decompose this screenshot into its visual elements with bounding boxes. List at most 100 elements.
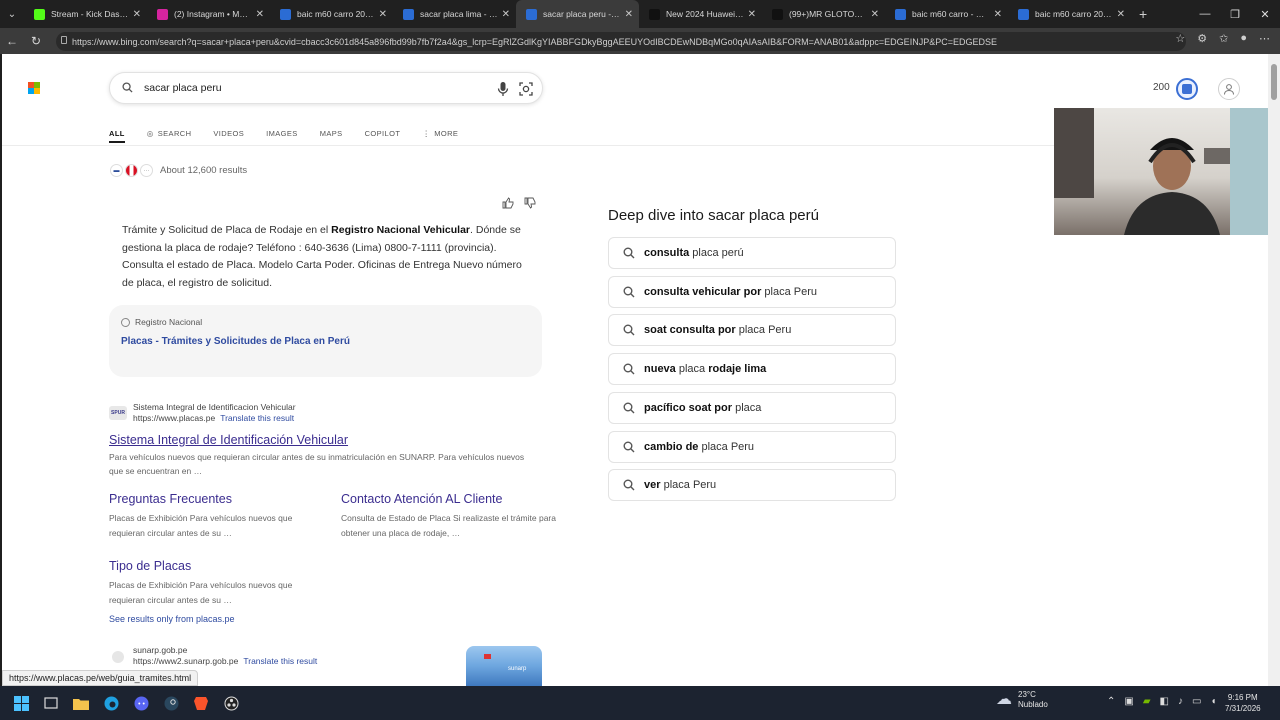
profile-avatar-icon[interactable]: ● bbox=[1240, 32, 1247, 45]
site-name: sunarp.gob.pe bbox=[133, 645, 188, 655]
volume-icon[interactable]: ◖ bbox=[1210, 696, 1216, 707]
search-icon bbox=[623, 324, 635, 336]
weather-widget[interactable]: ☁ 23°C Nublado bbox=[996, 690, 1048, 710]
browser-tab[interactable]: baic m60 carro 2022 con ✕ bbox=[1008, 0, 1131, 28]
related-search-pill[interactable]: pacífico soat por placa bbox=[608, 391, 896, 424]
close-tab-icon[interactable]: ✕ bbox=[133, 9, 141, 20]
related-search-pill[interactable]: consulta placa perú bbox=[608, 237, 896, 269]
sublink-title[interactable]: Tipo de Placas bbox=[109, 559, 324, 573]
visual-search-icon[interactable] bbox=[518, 81, 534, 97]
tray-app-icon[interactable]: ◧ bbox=[1160, 696, 1169, 707]
tray-app-icon[interactable]: ▣ bbox=[1124, 696, 1133, 707]
tab-images[interactable]: IMAGES bbox=[266, 126, 298, 140]
new-tab-button[interactable]: + bbox=[1139, 6, 1147, 22]
obs-studio-icon[interactable] bbox=[216, 688, 246, 718]
thumbnail-sign-text: sunarp bbox=[508, 666, 527, 672]
browser-tab[interactable]: (2) Instagram • Messages ✕ bbox=[147, 0, 270, 28]
rewards-points[interactable]: 200 bbox=[1153, 82, 1170, 93]
favorite-star-icon[interactable]: ☆ bbox=[1175, 32, 1185, 45]
result-title-link[interactable]: Sistema Integral de Identificación Vehic… bbox=[109, 433, 549, 447]
close-tab-icon[interactable]: ✕ bbox=[625, 9, 633, 20]
extensions-icon[interactable]: ⚙ bbox=[1197, 32, 1207, 45]
brave-browser-icon[interactable] bbox=[186, 688, 216, 718]
region-selector[interactable]: ▬ ··· bbox=[110, 164, 153, 177]
refresh-icon[interactable]: ↻ bbox=[24, 28, 48, 54]
sublink-title[interactable]: Preguntas Frecuentes bbox=[109, 492, 324, 506]
tray-overflow-icon[interactable]: ⌃ bbox=[1107, 696, 1115, 707]
close-tab-icon[interactable]: ✕ bbox=[379, 9, 387, 20]
answer-source-link[interactable]: Placas - Trámites y Solicitudes de Placa… bbox=[121, 336, 350, 347]
sublink-title[interactable]: Contacto Atención AL Cliente bbox=[341, 492, 556, 506]
browser-tab[interactable]: sacar placa lima - Search ✕ bbox=[393, 0, 516, 28]
site-name: Sistema Integral de Identificacion Vehic… bbox=[133, 402, 296, 412]
browser-tab[interactable]: New 2024 Huawei AITO ✕ bbox=[639, 0, 762, 28]
thumbs-up-icon[interactable] bbox=[502, 197, 514, 209]
settings-more-icon[interactable]: ⋯ bbox=[1259, 32, 1270, 45]
rewards-medal-icon[interactable] bbox=[1176, 78, 1198, 100]
browser-tab[interactable]: (99+)MR GLOTON Y ÑOÑ ✕ bbox=[762, 0, 885, 28]
related-search-pill[interactable]: nueva placa rodaje lima bbox=[608, 353, 896, 386]
taskbar-clock[interactable]: 9:16 PM 7/31/2026 bbox=[1225, 692, 1261, 714]
search-input[interactable]: sacar placa peru bbox=[144, 82, 222, 94]
translate-link[interactable]: Translate this result bbox=[243, 656, 317, 666]
discord-icon[interactable] bbox=[126, 688, 156, 718]
browser-tab[interactable]: Stream - Kick Dashboard ✕ bbox=[24, 0, 147, 28]
microphone-icon[interactable] bbox=[496, 81, 510, 97]
microsoft-logo-icon[interactable] bbox=[28, 82, 40, 94]
tab-search-label: SEARCH bbox=[157, 128, 192, 138]
favorites-icon[interactable]: ✩ bbox=[1219, 32, 1228, 45]
file-explorer-icon[interactable] bbox=[66, 688, 96, 718]
tab-images-label: IMAGES bbox=[266, 128, 298, 138]
cloud-icon: ☁ bbox=[996, 691, 1012, 708]
close-tab-icon[interactable]: ✕ bbox=[994, 9, 1002, 20]
tab-more[interactable]: ⋮ MORE bbox=[422, 126, 458, 140]
address-bar[interactable]: https://www.bing.com/search?q=sacar+plac… bbox=[56, 32, 1186, 51]
windows-start-icon[interactable] bbox=[6, 688, 36, 718]
related-search-bold-part: consulta bbox=[644, 247, 690, 259]
translate-link[interactable]: Translate this result bbox=[220, 413, 294, 423]
peru-flag-icon bbox=[125, 164, 138, 177]
tab-actions-menu-icon[interactable]: ⌄ bbox=[0, 0, 24, 28]
tab-videos[interactable]: VIDEOS bbox=[213, 126, 244, 140]
answer-source-card[interactable]: Registro Nacional Placas - Trámites y So… bbox=[109, 305, 542, 377]
related-search-pill[interactable]: ver placa Peru bbox=[608, 469, 896, 502]
see-only-from-site-link[interactable]: See results only from placas.pe bbox=[109, 614, 235, 624]
scrollbar-thumb[interactable] bbox=[1271, 64, 1277, 100]
related-search-part: placa Peru bbox=[761, 285, 818, 298]
search-box[interactable]: sacar placa peru bbox=[109, 72, 543, 104]
related-search-pill[interactable]: soat consulta por placa Peru bbox=[608, 314, 896, 347]
search-icon bbox=[623, 479, 635, 491]
browser-tab[interactable]: sacar placa peru - Search ✕ bbox=[516, 0, 639, 28]
close-tab-icon[interactable]: ✕ bbox=[502, 9, 510, 20]
tab-all-label: ALL bbox=[109, 128, 125, 138]
network-icon[interactable]: ▭ bbox=[1192, 696, 1201, 707]
close-tab-icon[interactable]: ✕ bbox=[256, 9, 264, 20]
result-thumbnail-image[interactable]: sunarp bbox=[466, 646, 542, 686]
close-tab-icon[interactable]: ✕ bbox=[1117, 9, 1125, 20]
site-url[interactable]: https://www.placas.pe bbox=[133, 413, 215, 423]
tab-title: baic m60 carro 2022 con bbox=[297, 9, 375, 19]
restore-icon[interactable]: ❐ bbox=[1220, 0, 1250, 28]
minimize-icon[interactable]: — bbox=[1190, 0, 1220, 28]
microphone-tray-icon[interactable]: ♪ bbox=[1178, 696, 1183, 707]
back-icon[interactable]: ← bbox=[0, 28, 24, 54]
browser-tab[interactable]: baic m60 carro - Search ✕ bbox=[885, 0, 1008, 28]
tab-copilot[interactable]: COPILOT bbox=[365, 126, 401, 140]
close-window-icon[interactable]: ✕ bbox=[1250, 0, 1280, 28]
site-url[interactable]: https://www2.sunarp.gob.pe bbox=[133, 656, 238, 666]
related-search-pill[interactable]: cambio de placa Peru bbox=[608, 430, 896, 463]
steam-icon[interactable] bbox=[156, 688, 186, 718]
edge-browser-icon[interactable] bbox=[96, 688, 126, 718]
page-scrollbar[interactable] bbox=[1268, 54, 1280, 686]
tab-all[interactable]: ALL bbox=[109, 126, 125, 140]
close-tab-icon[interactable]: ✕ bbox=[871, 9, 879, 20]
browser-tab[interactable]: baic m60 carro 2022 con ✕ bbox=[270, 0, 393, 28]
nvidia-icon[interactable]: ▰ bbox=[1143, 696, 1151, 707]
tab-maps[interactable]: MAPS bbox=[320, 126, 343, 140]
tab-search[interactable]: ◎ SEARCH bbox=[147, 126, 192, 140]
task-view-icon[interactable] bbox=[36, 688, 66, 718]
thumbs-down-icon[interactable] bbox=[524, 197, 536, 209]
close-tab-icon[interactable]: ✕ bbox=[748, 9, 756, 20]
related-search-pill[interactable]: consulta vehicular por placa Peru bbox=[608, 275, 896, 308]
user-account-icon[interactable] bbox=[1218, 78, 1240, 100]
